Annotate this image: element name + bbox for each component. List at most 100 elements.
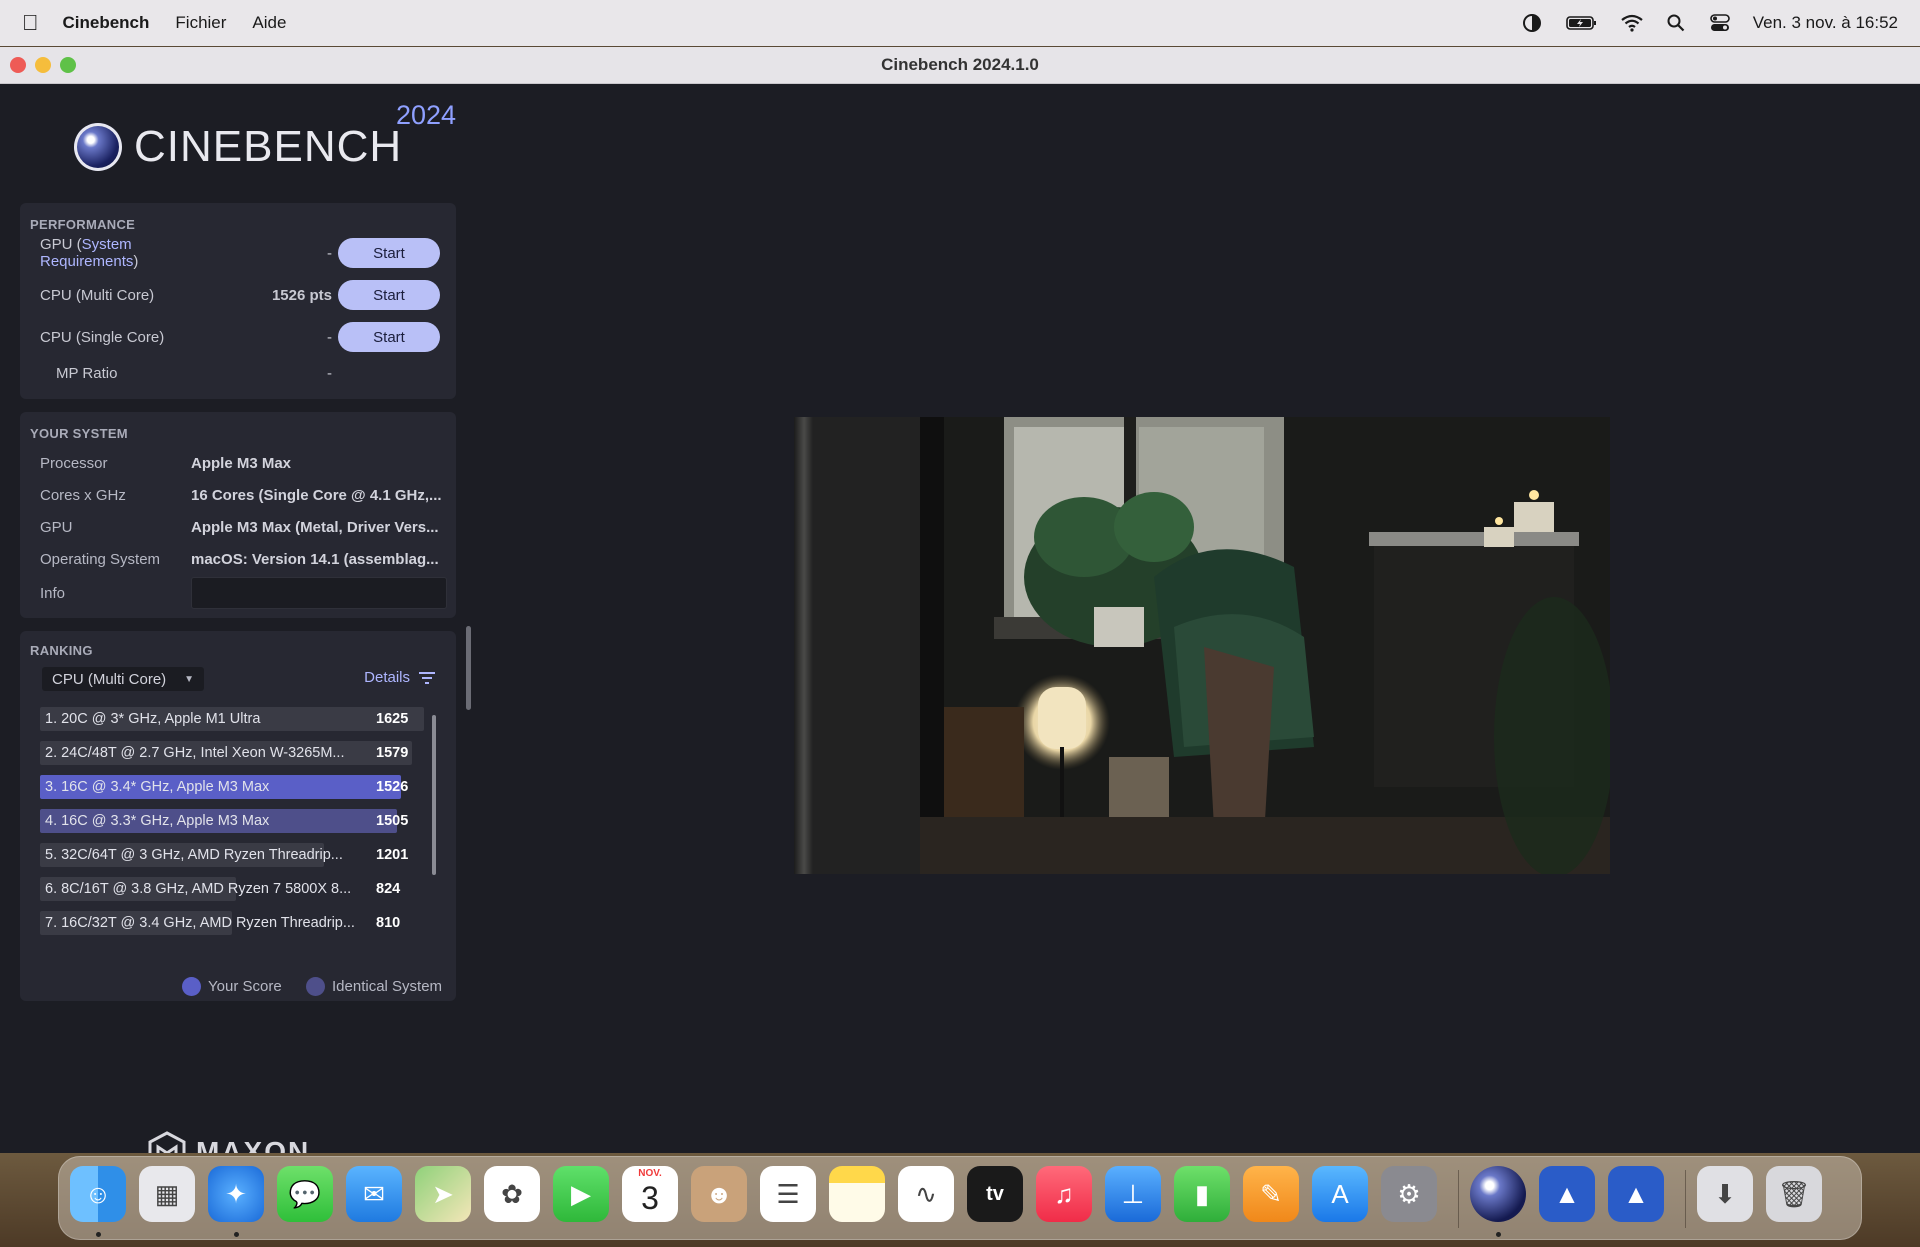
menu-aide[interactable]: Aide [252,13,286,33]
trash-glyph: 🗑 [1777,1178,1811,1209]
dock-separator [1685,1170,1686,1228]
ranking-row[interactable]: 2. 24C/48T @ 2.7 GHz, Intel Xeon W-3265M… [40,741,424,765]
ranking-label: 2. 24C/48T @ 2.7 GHz, Intel Xeon W-3265M… [45,745,345,761]
messages-icon[interactable]: 💬 [277,1166,333,1222]
ranking-type-dropdown[interactable]: CPU (Multi Core) ▼ [42,667,204,691]
cinebench-logo: CINEBENCH [74,122,402,172]
menu-app-name[interactable]: Cinebench [63,13,150,33]
photos-icon[interactable]: ✿ [484,1166,540,1222]
apple-tv-icon[interactable]: tv [967,1166,1023,1222]
ranking-row[interactable]: 4. 16C @ 3.3* GHz, Apple M3 Max 1505 [40,809,424,833]
system-key: GPU [40,518,73,536]
menu-fichier[interactable]: Fichier [175,13,226,33]
launchpad-icon[interactable]: ▦ [139,1166,195,1222]
perf-value-gpu: - [327,244,332,262]
battery-icon[interactable] [1565,13,1599,33]
facetime-icon[interactable]: ▶ [553,1166,609,1222]
minimize-window-button[interactable] [35,57,51,73]
ranking-label: 5. 32C/64T @ 3 GHz, AMD Ryzen Threadrip.… [45,847,343,863]
sidebar-scrollbar[interactable] [466,626,471,710]
perf-label-gpu: GPU (System Requirements) [40,236,232,270]
display-icon[interactable] [1521,13,1543,33]
zoom-window-button[interactable] [60,57,76,73]
maxon-hexagon-icon [148,1131,186,1153]
running-indicator [1496,1232,1501,1237]
wifi-icon[interactable] [1621,13,1643,33]
ranking-row[interactable]: 1. 20C @ 3* GHz, Apple M1 Ultra 1625 [40,707,424,731]
ranking-list[interactable]: 1. 20C @ 3* GHz, Apple M1 Ultra 1625 2. 24… [40,707,440,951]
ranking-title: RANKING [30,643,93,658]
perf-value-cpu-multi: 1526 pts [271,286,332,304]
activity-monitor-glyph: ▲ [1554,1178,1580,1209]
spotlight-search-icon[interactable] [1665,13,1687,33]
status-area: Ven. 3 nov. à 16:52 [1521,13,1898,33]
freeform-icon[interactable]: ∿ [898,1166,954,1222]
mail-icon[interactable]: ✉ [346,1166,402,1222]
system-settings-glyph: ⚙ [1397,1178,1421,1209]
app-store-icon[interactable]: A [1312,1166,1368,1222]
perf-label-cpu-multi: CPU (Multi Core) [40,286,155,304]
ranking-row[interactable]: 3. 16C @ 3.4* GHz, Apple M3 Max 1526 [40,775,424,799]
reminders-icon[interactable]: ☰ [760,1166,816,1222]
perf-row-gpu: GPU (System Requirements) - Start [40,236,440,270]
system-row-info: Info [40,577,460,609]
ranking-score: 1201 [376,847,409,863]
title-bar[interactable]: Cinebench 2024.1.0 [0,47,1920,84]
ranking-scrollbar[interactable] [432,715,436,875]
activity-monitor-2-glyph: ▲ [1623,1178,1649,1209]
app-store-glyph: A [1331,1178,1349,1209]
filter-icon [419,671,435,684]
ranking-label: 1. 20C @ 3* GHz, Apple M1 Ultra [45,711,261,727]
start-gpu-button[interactable]: Start [338,238,440,268]
perf-value-mp-ratio: - [327,364,332,382]
numbers-icon[interactable]: ▮ [1174,1166,1230,1222]
safari-icon[interactable]: ✦ [208,1166,264,1222]
system-row-gpu: GPU Apple M3 Max (Metal, Driver Vers... [40,512,460,542]
perf-value-cpu-single: - [327,328,332,346]
pages-icon[interactable]: ✎ [1243,1166,1299,1222]
control-center-icon[interactable] [1709,13,1731,33]
notes-icon[interactable] [829,1166,885,1222]
activity-monitor-2-icon[interactable]: ▲ [1608,1166,1664,1222]
apple-menu-icon[interactable]:  [22,10,39,36]
system-key: Info [40,584,66,602]
trash-icon[interactable]: 🗑 [1766,1166,1822,1222]
ranking-row[interactable]: 5. 32C/64T @ 3 GHz, AMD Ryzen Threadrip.… [40,843,424,867]
start-cpu-single-button[interactable]: Start [338,322,440,352]
close-window-button[interactable] [10,57,26,73]
legend-your-score-label: Your Score [208,978,282,995]
running-indicator [96,1232,101,1237]
numbers-glyph: ▮ [1194,1178,1210,1209]
activity-monitor-icon[interactable]: ▲ [1539,1166,1595,1222]
perf-row-cpu-multi: CPU (Multi Core) 1526 pts Start [40,279,440,311]
music-icon[interactable]: ♫ [1036,1166,1092,1222]
reminders-glyph: ☰ [776,1178,800,1209]
photos-glyph: ✿ [501,1178,523,1209]
ranking-row[interactable]: 6. 8C/16T @ 3.8 GHz, AMD Ryzen 7 5800X 8… [40,877,424,901]
contacts-icon[interactable]: ☻ [691,1166,747,1222]
start-cpu-multi-button[interactable]: Start [338,280,440,310]
cinebench-icon[interactable] [1470,1166,1526,1222]
system-settings-icon[interactable]: ⚙ [1381,1166,1437,1222]
ranking-score: 1526 [376,779,409,795]
details-button[interactable]: Details [364,669,436,686]
keynote-icon[interactable]: ⊥ [1105,1166,1161,1222]
chevron-down-icon: ▼ [184,673,194,685]
legend-identical-system: Identical System [306,977,442,996]
apple-tv-glyph: tv [986,1182,1004,1205]
system-key: Operating System [40,550,161,568]
clock[interactable]: Ven. 3 nov. à 16:52 [1753,13,1898,33]
maps-icon[interactable]: ➤ [415,1166,471,1222]
running-indicator [234,1232,239,1237]
finder-icon[interactable]: ☺ [70,1166,126,1222]
calendar-icon[interactable]: NOV. 3 [622,1166,678,1222]
ranking-row[interactable]: 7. 16C/32T @ 3.4 GHz, AMD Ryzen Threadri… [40,911,424,935]
performance-title: PERFORMANCE [30,217,136,232]
downloads-icon[interactable]: ⬇ [1697,1166,1753,1222]
performance-panel: PERFORMANCE GPU (System Requirements) - … [20,203,456,399]
ranking-score: 824 [376,881,401,897]
safari-glyph: ✦ [225,1178,247,1209]
info-input[interactable] [191,577,447,609]
details-label: Details [364,669,410,686]
logo-year: 2024 [396,100,457,130]
